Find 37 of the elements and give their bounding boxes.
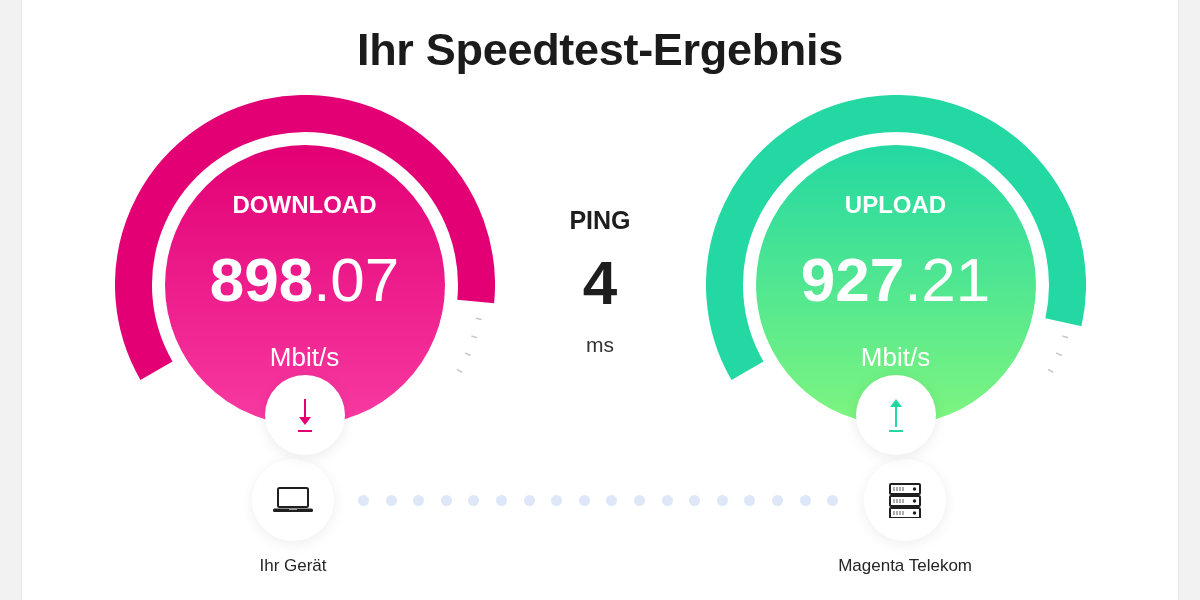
tick-mark [470,335,478,339]
tick-mark [1054,352,1062,357]
ping-unit: ms [586,332,614,358]
gauge-label: UPLOAD [844,191,947,219]
tick-mark [474,317,482,321]
connection-dot [606,494,618,506]
tick-mark [455,368,463,374]
page-title: Ihr Speedtest-Ergebnis [357,23,843,77]
tick-mark [1061,335,1069,339]
connection-dot [661,494,673,506]
unit-label: Mbit/s [860,342,931,372]
connection-dot [827,494,839,506]
connection-dot [551,494,563,506]
connection-dot [495,494,507,506]
ping-value: 4 [582,248,618,318]
connection-dot [413,494,425,506]
endpoint-label: Magenta Telekom [838,556,973,576]
speed-value: 927.21 [800,245,991,315]
connection-dot [689,494,701,506]
unit-label: Mbit/s [269,342,340,372]
connection-dot [771,494,783,506]
connection-dot [716,494,728,506]
connection-dot [523,494,535,506]
connection-dot [358,494,369,506]
connection-dot [385,494,397,506]
connection-dot [799,494,811,506]
endpoint-label: Ihr Gerät [259,556,327,576]
connection-dot [440,494,452,506]
connection-dot [578,494,590,506]
connection-dot [468,494,480,506]
ping-label: PING [569,205,631,235]
connection-dot [744,494,756,506]
connection-dot [633,494,645,506]
tick-mark [463,352,471,357]
tick-mark [1046,368,1054,374]
gauge-label: DOWNLOAD [232,191,377,219]
speed-value: 898.07 [209,245,400,315]
